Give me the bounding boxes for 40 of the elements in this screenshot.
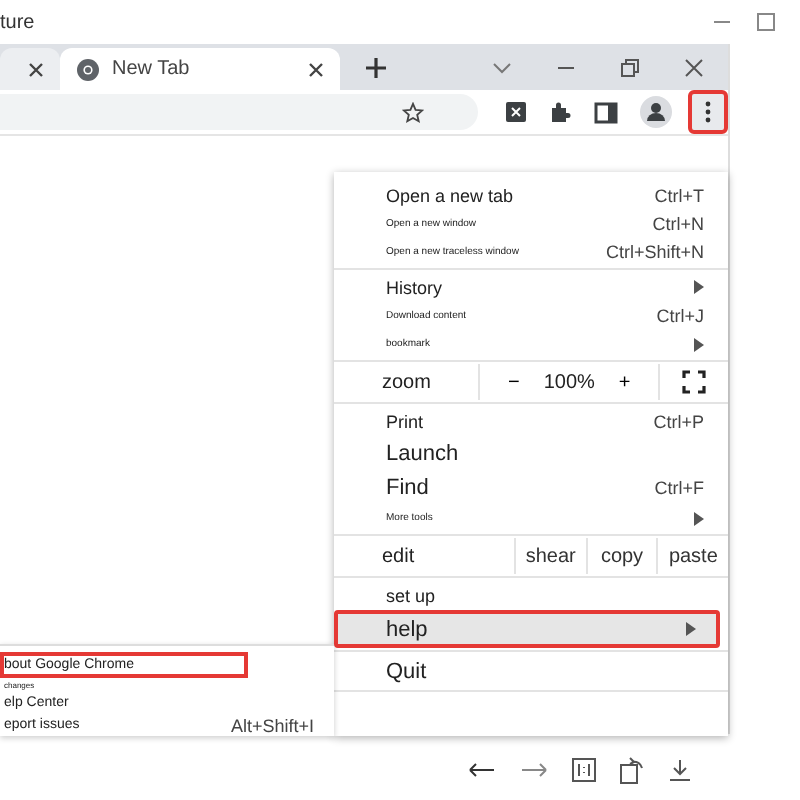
maximize-icon[interactable]	[756, 12, 776, 32]
download-icon[interactable]	[668, 758, 692, 782]
edit-action-button[interactable]: shear	[514, 538, 586, 574]
menu-item[interactable]: set up	[334, 580, 728, 610]
back-arrow-icon[interactable]	[468, 762, 496, 778]
profile-icon[interactable]	[640, 96, 672, 128]
extension-square-icon[interactable]	[506, 102, 526, 122]
restore-icon[interactable]	[620, 58, 640, 78]
puzzle-icon[interactable]	[548, 100, 572, 124]
forward-arrow-icon[interactable]	[520, 762, 548, 778]
close-icon[interactable]	[684, 58, 704, 78]
menu-item[interactable]: History	[334, 272, 728, 302]
menu-item[interactable]: Quit	[334, 654, 728, 688]
chevron-down-icon[interactable]	[492, 58, 512, 78]
menu-item[interactable]: help	[334, 610, 720, 648]
more-vertical-icon	[704, 100, 712, 124]
browser-tab[interactable]: New Tab	[60, 48, 340, 90]
actual-size-icon[interactable]	[572, 758, 596, 782]
zoom-label: zoom	[380, 371, 433, 393]
edit-label: edit	[380, 545, 417, 567]
edit-action-button[interactable]: copy	[585, 538, 657, 574]
window-title: ture	[0, 11, 35, 33]
zoom-in-button[interactable]: +	[610, 371, 639, 393]
menu-button[interactable]	[688, 90, 728, 134]
menu-item[interactable]: Open a new tab Ctrl+T	[334, 180, 728, 210]
menu-item[interactable]: Print Ctrl+P	[334, 406, 728, 436]
new-tab-icon[interactable]	[364, 56, 388, 80]
close-icon[interactable]	[308, 61, 324, 77]
side-panel-icon[interactable]	[594, 101, 618, 123]
star-icon[interactable]	[402, 101, 424, 123]
menu-item[interactable]: Launch	[334, 436, 728, 470]
rotate-icon[interactable]	[620, 756, 644, 784]
edit-action-button[interactable]: paste	[656, 538, 729, 574]
close-icon[interactable]	[28, 61, 44, 77]
zoom-out-button[interactable]: −	[500, 371, 528, 393]
globe-icon	[76, 57, 100, 81]
fullscreen-icon[interactable]	[682, 370, 707, 394]
zoom-value: 100%	[543, 371, 595, 393]
menu-item[interactable]: Find Ctrl+F	[334, 470, 728, 504]
browser-tab[interactable]	[0, 48, 60, 90]
